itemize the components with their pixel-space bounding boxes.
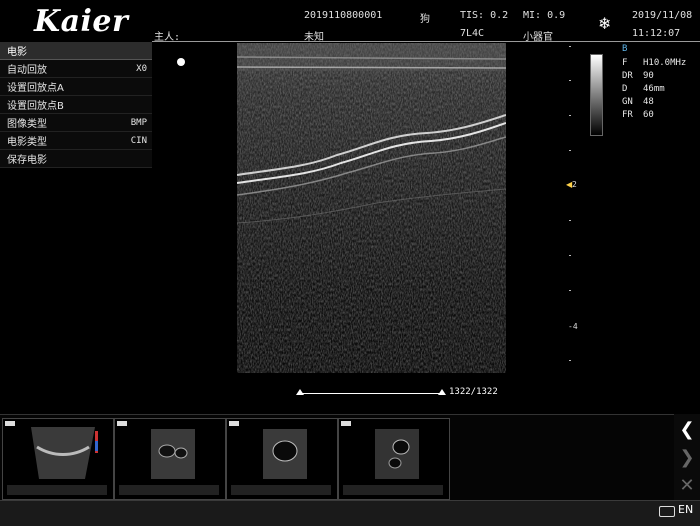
depth-tick — [569, 80, 571, 81]
param-row-frequency: F H10.0MHz — [622, 56, 686, 69]
menu-item-save-cine[interactable]: 保存电影 — [0, 150, 152, 168]
depth-tick — [569, 46, 571, 47]
thumbnail-nav: ❮ ❯ ✕ — [674, 414, 700, 500]
param-key: D — [622, 83, 628, 94]
probe-model: 7L4C — [460, 28, 485, 39]
menu-title-label: 电影 — [7, 47, 27, 58]
param-value: 90 — [643, 70, 654, 81]
param-value: H10.0MHz — [643, 57, 687, 68]
thumbnail-strip — [0, 414, 674, 501]
patient-id: 2019110800001 — [304, 10, 383, 21]
delete-icon[interactable]: ✕ — [674, 474, 700, 498]
keyboard-icon[interactable] — [659, 506, 675, 517]
input-language[interactable]: EN — [678, 503, 693, 516]
mi-index: MI: 0.9 — [523, 10, 566, 21]
depth-tick — [569, 360, 571, 361]
param-row-dynamic-range: DR 90 — [622, 69, 686, 82]
orientation-marker — [177, 58, 185, 66]
menu-item-label: 保存电影 — [7, 155, 47, 166]
brand-logo: Kaier — [34, 4, 129, 39]
thumbnail-4[interactable] — [338, 418, 450, 500]
menu-item-cine-type[interactable]: 电影类型 CIN — [0, 132, 152, 150]
depth-tick — [569, 150, 571, 151]
param-key: GN — [622, 96, 633, 107]
param-row-frame-rate: FR 60 — [622, 108, 686, 121]
status-bar — [0, 500, 700, 526]
depth-tick — [569, 255, 571, 256]
imaging-mode: B — [622, 44, 628, 54]
menu-item-value: X0 — [136, 63, 147, 74]
depth-label-2: 2 — [572, 180, 577, 189]
param-row-gain: GN 48 — [622, 95, 686, 108]
cine-progress-bar[interactable] — [300, 393, 443, 394]
menu-item-label: 设置回放点A — [7, 83, 64, 94]
thumbnail-image — [339, 419, 449, 499]
cine-end-handle[interactable] — [438, 389, 446, 395]
menu-item-label: 图像类型 — [7, 119, 47, 130]
depth-label-4-value: 4 — [572, 322, 578, 331]
thumbnail-2[interactable] — [114, 418, 226, 500]
menu-item-label: 自动回放 — [7, 65, 47, 76]
param-value: 60 — [643, 109, 654, 120]
menu-item-value: CIN — [130, 135, 147, 146]
chevron-left-icon[interactable]: ❮ — [674, 418, 700, 442]
param-value: 48 — [643, 96, 654, 107]
menu-item-set-point-b[interactable]: 设置回放点B — [0, 96, 152, 114]
menu-item-label: 电影类型 — [7, 137, 47, 148]
depth-tick — [569, 115, 571, 116]
param-value: 46mm — [643, 83, 665, 94]
thumbnail-image — [3, 419, 113, 499]
cine-menu: 电影 自动回放 X0 设置回放点A 设置回放点B 图像类型 BMP 电影类型 C… — [0, 42, 152, 168]
species: 狗 — [420, 14, 430, 25]
thumbnail-image — [227, 419, 337, 499]
menu-item-label: 设置回放点B — [7, 101, 64, 112]
menu-item-image-type[interactable]: 图像类型 BMP — [0, 114, 152, 132]
thumbnail-image — [115, 419, 225, 499]
tis-index: TIS: 0.2 — [460, 10, 509, 21]
menu-item-auto-replay[interactable]: 自动回放 X0 — [0, 60, 152, 78]
snowflake-icon[interactable]: ❄ — [598, 14, 611, 33]
param-key: F — [622, 57, 628, 68]
depth-tick — [569, 290, 571, 291]
menu-item-set-point-a[interactable]: 设置回放点A — [0, 78, 152, 96]
depth-label-4: -4 — [568, 322, 578, 331]
ultrasound-image[interactable] — [237, 43, 506, 373]
grayscale-bar — [590, 54, 603, 136]
exam-date: 2019/11/08 — [632, 10, 693, 21]
imaging-params: B F H10.0MHz DR 90 D 46mm GN 48 FR 60 — [622, 44, 686, 121]
thumbnail-1[interactable] — [2, 418, 114, 500]
param-key: DR — [622, 70, 633, 81]
chevron-right-icon[interactable]: ❯ — [674, 446, 700, 470]
param-key: FR — [622, 109, 633, 120]
depth-tick — [569, 220, 571, 221]
cine-start-handle[interactable] — [296, 389, 304, 395]
thumbnail-3[interactable] — [226, 418, 338, 500]
menu-title: 电影 — [0, 42, 152, 60]
ultrasound-image-render — [237, 43, 506, 373]
exam-time: 11:12:07 — [632, 28, 681, 39]
depth-scale: ◀ 2 -4 — [560, 40, 580, 390]
frame-counter: 1322/1322 — [449, 387, 498, 397]
header-divider — [152, 41, 700, 42]
menu-item-value: BMP — [130, 117, 147, 128]
param-row-depth: D 46mm — [622, 82, 686, 95]
